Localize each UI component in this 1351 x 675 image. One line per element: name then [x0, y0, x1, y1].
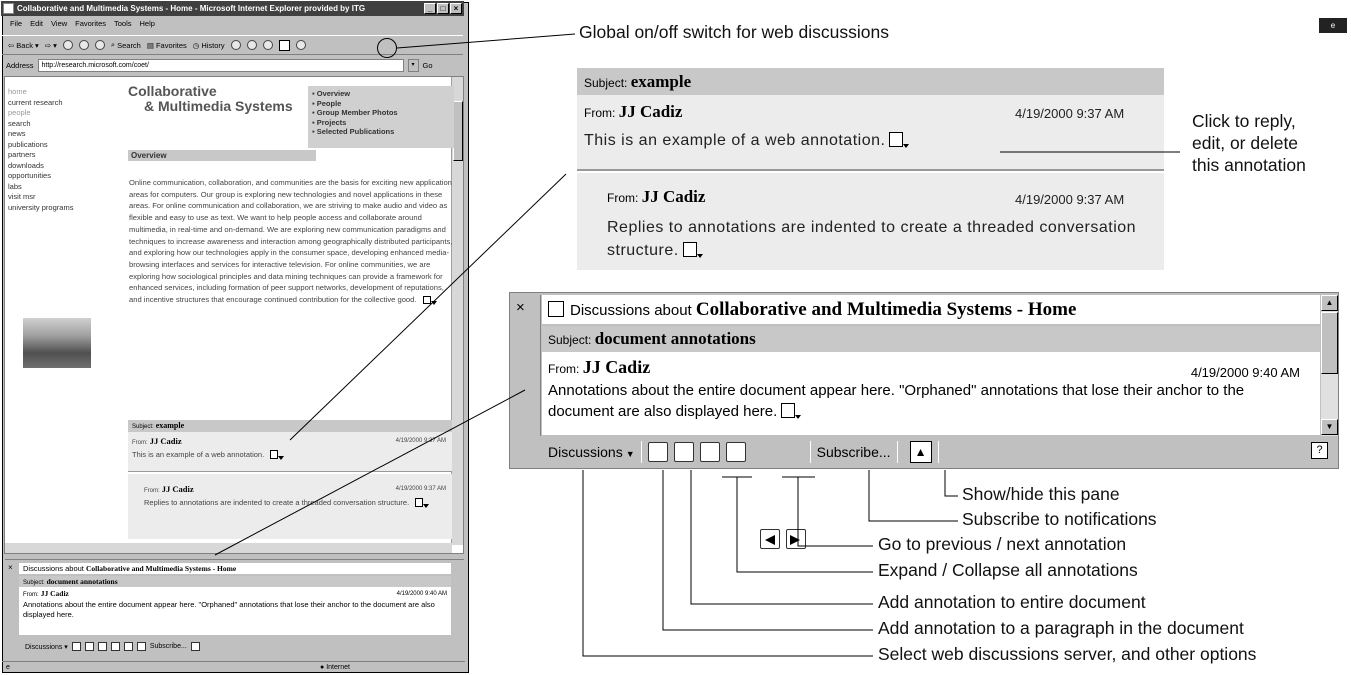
- callout-reply-line2: edit, or delete: [1192, 133, 1299, 153]
- leader-select-server: [582, 470, 873, 657]
- callout-reply-line1: Click to reply,: [1192, 111, 1296, 131]
- callout-select-server: Select web discussions server, and other…: [878, 644, 1257, 664]
- leader-zoom-discussion: [289, 173, 567, 441]
- callout-expand: Expand / Collapse all annotations: [878, 560, 1138, 580]
- leader-prev-next: [797, 477, 873, 547]
- callout-subscribe: Subscribe to notifications: [962, 509, 1157, 529]
- leader-add-para: [662, 470, 873, 631]
- callout-reply: Click to reply, edit, or delete this ann…: [1192, 110, 1306, 176]
- callout-global-switch: Global on/off switch for web discussions: [579, 22, 889, 42]
- leader-add-doc: [690, 470, 873, 605]
- leader-show-hide: [944, 470, 958, 497]
- leader-expand: [736, 477, 873, 573]
- callout-add-para: Add annotation to a paragraph in the doc…: [878, 618, 1244, 638]
- leader-global-switch: [396, 33, 576, 49]
- callout-lines: [214, 33, 1180, 657]
- callout-show-hide: Show/hide this pane: [962, 484, 1120, 504]
- callout-prev-next: Go to previous / next annotation: [878, 534, 1127, 554]
- callout-reply-line3: this annotation: [1192, 155, 1306, 175]
- leader-zoom-pane: [214, 389, 526, 556]
- callout-add-doc: Add annotation to entire document: [878, 592, 1146, 612]
